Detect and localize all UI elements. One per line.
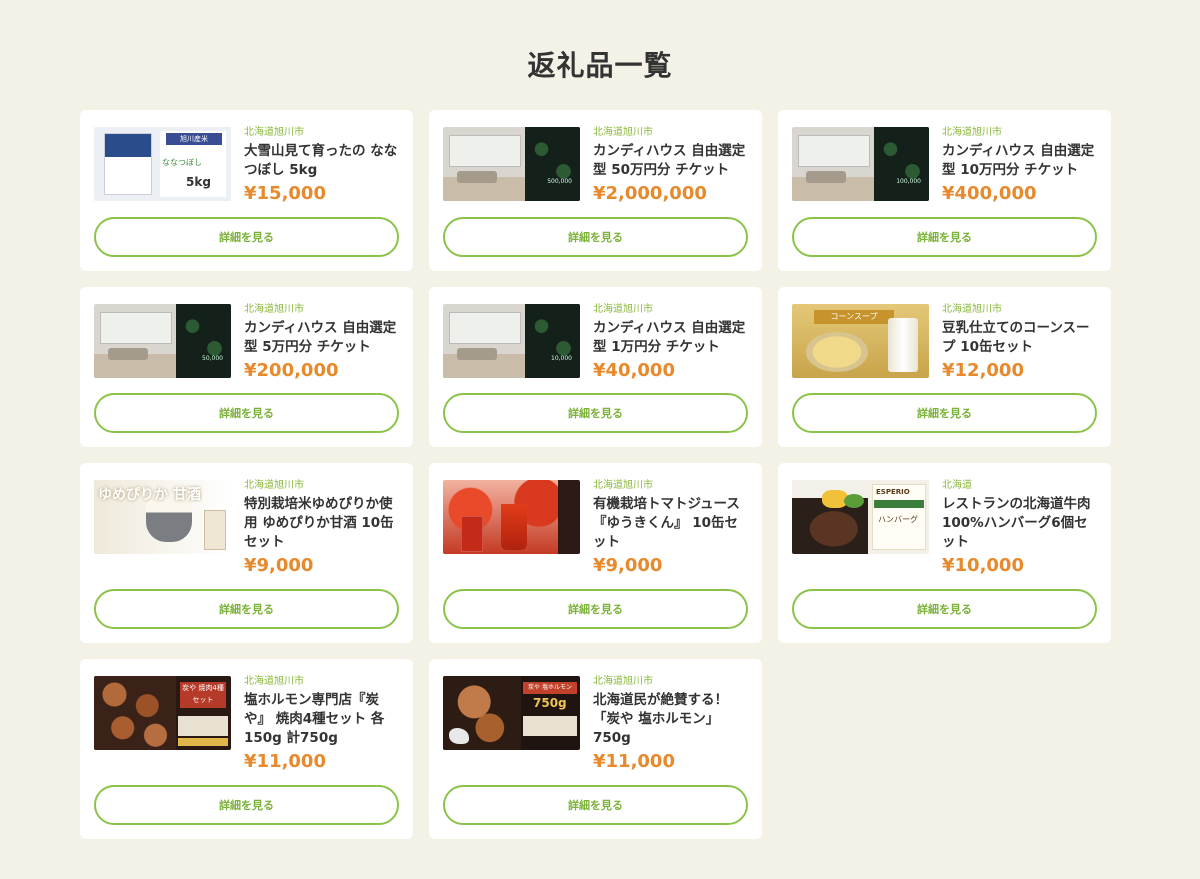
product-region: 北海道旭川市 xyxy=(244,127,304,138)
product-region: 北海道 xyxy=(942,480,972,491)
detail-button[interactable]: 詳細を見る xyxy=(94,393,399,433)
product-region: 北海道旭川市 xyxy=(244,304,304,315)
rice-bag-image[interactable]: 旭川産米 ななつぼし 5kg xyxy=(94,127,231,201)
amazake-image[interactable]: ゆめぴりか 甘酒 xyxy=(94,480,231,554)
product-card: コーンスープ 北海道旭川市 豆乳仕立てのコーンスープ 10缶セット ¥12,00… xyxy=(778,287,1111,447)
hamburger-image[interactable]: ESPERIO ハンバーグ xyxy=(792,480,929,554)
product-card: 炭や 塩ホルモン 750g 北海道旭川市 北海道民が絶賛する！「炭や 塩ホルモン… xyxy=(429,659,762,839)
detail-button[interactable]: 詳細を見る xyxy=(792,393,1097,433)
horumon-image[interactable]: 炭や 塩ホルモン 750g xyxy=(443,676,580,750)
product-card: ESPERIO ハンバーグ 北海道 レストランの北海道牛肉100%ハンバーグ6個… xyxy=(778,463,1111,643)
product-card: 旭川産米 ななつぼし 5kg 北海道旭川市 大雪山見て育ったの ななつぼし 5k… xyxy=(80,110,413,271)
interior-ticket-image[interactable]: 10,000 xyxy=(443,304,580,378)
product-card: 500,000 北海道旭川市 カンディハウス 自由選定型 50万円分 チケット … xyxy=(429,110,762,271)
product-region: 北海道旭川市 xyxy=(593,304,653,315)
product-name[interactable]: 塩ホルモン専門店『炭や』 焼肉4種セット 各150g 計750g xyxy=(244,691,399,748)
page-title: 返礼品一覧 xyxy=(527,49,673,82)
product-price: ¥9,000 xyxy=(593,555,663,576)
detail-button[interactable]: 詳細を見る xyxy=(443,217,748,257)
product-region: 北海道旭川市 xyxy=(244,676,304,687)
product-name[interactable]: 豆乳仕立てのコーンスープ 10缶セット xyxy=(942,319,1097,357)
product-region: 北海道旭川市 xyxy=(593,480,653,491)
detail-button[interactable]: 詳細を見る xyxy=(443,393,748,433)
product-name[interactable]: カンディハウス 自由選定型 10万円分 チケット xyxy=(942,142,1097,180)
product-name[interactable]: 大雪山見て育ったの ななつぼし 5kg xyxy=(244,142,399,180)
product-name[interactable]: 有機栽培トマトジュース『ゆうきくん』 10缶セット xyxy=(593,495,748,552)
product-name[interactable]: カンディハウス 自由選定型 50万円分 チケット xyxy=(593,142,748,180)
product-price: ¥9,000 xyxy=(244,555,314,576)
product-price: ¥400,000 xyxy=(942,183,1037,204)
detail-button[interactable]: 詳細を見る xyxy=(94,785,399,825)
product-price: ¥12,000 xyxy=(942,360,1024,381)
detail-button[interactable]: 詳細を見る xyxy=(443,785,748,825)
product-region: 北海道旭川市 xyxy=(593,676,653,687)
product-card: 北海道旭川市 有機栽培トマトジュース『ゆうきくん』 10缶セット ¥9,000 … xyxy=(429,463,762,643)
product-card: 炭や 焼肉4種セット 北海道旭川市 塩ホルモン専門店『炭や』 焼肉4種セット 各… xyxy=(80,659,413,839)
product-region: 北海道旭川市 xyxy=(244,480,304,491)
detail-button[interactable]: 詳細を見る xyxy=(443,589,748,629)
product-price: ¥200,000 xyxy=(244,360,339,381)
product-name[interactable]: カンディハウス 自由選定型 5万円分 チケット xyxy=(244,319,399,357)
product-name[interactable]: 北海道民が絶賛する！「炭や 塩ホルモン」750g xyxy=(593,691,748,748)
detail-button[interactable]: 詳細を見る xyxy=(792,589,1097,629)
product-name[interactable]: 特別栽培米ゆめぴりか使用 ゆめぴりか甘酒 10缶セット xyxy=(244,495,399,552)
product-price: ¥2,000,000 xyxy=(593,183,707,204)
product-card: ゆめぴりか 甘酒 北海道旭川市 特別栽培米ゆめぴりか使用 ゆめぴりか甘酒 10缶… xyxy=(80,463,413,643)
product-price: ¥15,000 xyxy=(244,183,326,204)
detail-button[interactable]: 詳細を見る xyxy=(792,217,1097,257)
product-region: 北海道旭川市 xyxy=(942,127,1002,138)
detail-button[interactable]: 詳細を見る xyxy=(94,217,399,257)
product-price: ¥10,000 xyxy=(942,555,1024,576)
product-card: 10,000 北海道旭川市 カンディハウス 自由選定型 1万円分 チケット ¥4… xyxy=(429,287,762,447)
product-card: 50,000 北海道旭川市 カンディハウス 自由選定型 5万円分 チケット ¥2… xyxy=(80,287,413,447)
product-name[interactable]: レストランの北海道牛肉100%ハンバーグ6個セット xyxy=(942,495,1097,552)
product-name[interactable]: カンディハウス 自由選定型 1万円分 チケット xyxy=(593,319,748,357)
interior-ticket-image[interactable]: 500,000 xyxy=(443,127,580,201)
tomato-juice-image[interactable] xyxy=(443,480,580,554)
product-grid: 旭川産米 ななつぼし 5kg 北海道旭川市 大雪山見て育ったの ななつぼし 5k… xyxy=(80,110,1111,855)
product-region: 北海道旭川市 xyxy=(593,127,653,138)
interior-ticket-image[interactable]: 50,000 xyxy=(94,304,231,378)
product-price: ¥11,000 xyxy=(244,751,326,772)
horumon-set-image[interactable]: 炭や 焼肉4種セット xyxy=(94,676,231,750)
product-card: 100,000 北海道旭川市 カンディハウス 自由選定型 10万円分 チケット … xyxy=(778,110,1111,271)
product-region: 北海道旭川市 xyxy=(942,304,1002,315)
product-price: ¥11,000 xyxy=(593,751,675,772)
product-price: ¥40,000 xyxy=(593,360,675,381)
interior-ticket-image[interactable]: 100,000 xyxy=(792,127,929,201)
corn-soup-image[interactable]: コーンスープ xyxy=(792,304,929,378)
detail-button[interactable]: 詳細を見る xyxy=(94,589,399,629)
